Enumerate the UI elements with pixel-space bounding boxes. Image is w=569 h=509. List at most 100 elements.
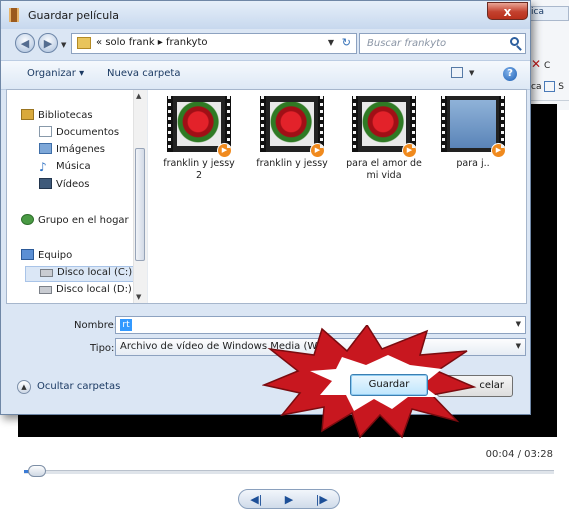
rose-image (270, 102, 314, 146)
new-folder-button[interactable]: Nueva carpeta (107, 68, 180, 79)
drive-icon (39, 286, 52, 294)
file-name: franklin y jessy 2 (163, 158, 235, 181)
back-button[interactable]: ◀ (15, 33, 35, 53)
select-icon (544, 81, 556, 92)
command-bar: Organizar ▾ Nueva carpeta ▼ ? (1, 60, 530, 90)
forward-button[interactable]: ▶ (38, 33, 58, 53)
browser-pane: Bibliotecas Documentos Imágenes ♪ Música … (6, 89, 527, 304)
breadcrumb-overflow[interactable]: « (96, 37, 102, 48)
breadcrumb-separator[interactable]: ▸ (158, 37, 163, 48)
file-list: ▶ franklin y jessy 2 ▶ franklin y jessy … (152, 90, 526, 303)
sidebar-item-label: Documentos (56, 127, 120, 138)
playback-controls: ◀| ▶ |▶ (238, 489, 340, 509)
video-thumbnail: ▶ (352, 96, 417, 158)
rose-image (177, 102, 221, 146)
file-type-dropdown-icon[interactable]: ▼ (516, 342, 521, 350)
search-placeholder: Buscar frankyto (367, 38, 447, 49)
breadcrumb: « solo frank ▸ frankyto (96, 37, 208, 48)
scrollbar-thumb[interactable] (135, 148, 145, 261)
next-frame-icon[interactable]: |▶ (316, 493, 328, 506)
hide-folders-button[interactable]: Ocultar carpetas (37, 381, 120, 392)
collapse-icon[interactable]: ▲ (17, 380, 31, 394)
dialog-title: Guardar película (28, 9, 119, 22)
background-select-tool[interactable]: ca S (531, 81, 564, 97)
rose-image (362, 102, 406, 146)
sidebar-item-drive-c[interactable]: Disco local (C:) (25, 266, 140, 282)
organize-button[interactable]: Organizar ▾ (27, 68, 84, 79)
type-label: Tipo: (90, 343, 115, 354)
address-bar[interactable]: « solo frank ▸ frankyto ▼ ↻ (71, 33, 357, 54)
sidebar-item-label: Disco local (D:) (56, 284, 132, 295)
time-display: 00:04 / 03:28 (485, 449, 553, 460)
video-badge-icon: ▶ (217, 143, 232, 158)
video-badge-icon: ▶ (402, 143, 417, 158)
breadcrumb-solo-frank[interactable]: solo frank (105, 37, 154, 48)
play-icon[interactable]: ▶ (285, 493, 293, 506)
music-icon: ♪ (39, 160, 47, 174)
film-icon (9, 8, 19, 22)
sidebar-item-videos[interactable]: Vídeos (39, 178, 89, 194)
scroll-up-icon[interactable]: ▲ (136, 92, 141, 100)
search-box[interactable]: Buscar frankyto (359, 33, 526, 54)
file-name-value: rt (120, 319, 132, 331)
file-name: franklin y jessy (256, 158, 328, 169)
change-view-icon[interactable] (451, 67, 463, 78)
background-divider (527, 100, 569, 101)
documents-icon (39, 126, 52, 137)
video-badge-icon: ▶ (310, 143, 325, 158)
recent-pages-dropdown-icon[interactable]: ▼ (61, 41, 66, 49)
sidebar-item-label: Disco local (C:) (57, 267, 133, 278)
view-options-dropdown-icon[interactable]: ▼ (469, 69, 474, 77)
breadcrumb-frankyto[interactable]: frankyto (166, 37, 208, 48)
background-ribbon-tab[interactable]: ica (527, 6, 569, 21)
remove-icon: ✕ (531, 57, 542, 71)
sidebar-item-computer[interactable]: Equipo (21, 249, 72, 265)
text-card-image (450, 100, 496, 148)
folder-icon (77, 37, 91, 49)
sidebar-item-libraries[interactable]: Bibliotecas (21, 109, 93, 125)
close-button[interactable]: x (487, 2, 528, 20)
name-history-dropdown-icon[interactable]: ▼ (516, 320, 521, 328)
file-item[interactable]: ▶ franklin y jessy (253, 96, 331, 170)
name-label: Nombre: (74, 320, 118, 331)
pane-divider[interactable] (147, 90, 148, 303)
background-tool-label-1: C (543, 61, 551, 71)
address-row: ◀ ▶ ▼ « solo frank ▸ frankyto ▼ ↻ Buscar… (1, 29, 530, 59)
file-name: para el amor de mi vida (346, 158, 422, 181)
sidebar-item-images[interactable]: Imágenes (39, 143, 105, 159)
sidebar-item-drive-d[interactable]: Disco local (D:) (39, 284, 132, 300)
dialog-titlebar: Guardar película x (1, 1, 530, 29)
refresh-icon[interactable]: ↻ (342, 36, 351, 49)
homegroup-icon (21, 214, 34, 225)
background-remove-tool[interactable]: ✕ C (531, 57, 550, 73)
file-item[interactable]: ▶ para j.. (434, 96, 512, 170)
scroll-down-icon[interactable]: ▼ (136, 293, 141, 301)
video-thumbnail: ▶ (167, 96, 232, 158)
search-icon[interactable] (510, 37, 519, 46)
seek-bar[interactable] (24, 465, 554, 477)
sidebar-item-label: Equipo (38, 250, 73, 261)
sidebar-item-label: Bibliotecas (38, 110, 93, 121)
sidebar-item-documents[interactable]: Documentos (39, 126, 119, 142)
sidebar-item-homegroup[interactable]: Grupo en el hogar (21, 214, 129, 230)
previous-frame-icon[interactable]: ◀| (250, 493, 262, 506)
save-button-label-overlay[interactable]: Guardar (350, 374, 428, 396)
video-thumbnail: ▶ (260, 96, 325, 158)
sidebar-item-label: Música (56, 161, 91, 172)
images-icon (39, 143, 52, 154)
video-badge-icon: ▶ (491, 143, 506, 158)
libraries-icon (21, 109, 34, 120)
file-item[interactable]: ▶ franklin y jessy 2 (160, 96, 238, 182)
drive-icon (40, 269, 53, 277)
help-icon[interactable]: ? (503, 67, 517, 81)
file-name: para j.. (456, 158, 490, 169)
sidebar-item-label: Grupo en el hogar (38, 215, 129, 226)
sidebar-item-label: Imágenes (56, 144, 106, 155)
background-tool-label-3: S (558, 82, 564, 92)
file-item[interactable]: ▶ para el amor de mi vida (345, 96, 423, 182)
seek-thumb[interactable] (28, 465, 46, 477)
address-dropdown-icon[interactable]: ▼ (328, 38, 334, 47)
sidebar-item-music[interactable]: ♪ Música (39, 161, 91, 177)
sidebar-item-label: Vídeos (56, 179, 90, 190)
navigation-scrollbar[interactable]: ▲ ▼ (133, 90, 147, 303)
